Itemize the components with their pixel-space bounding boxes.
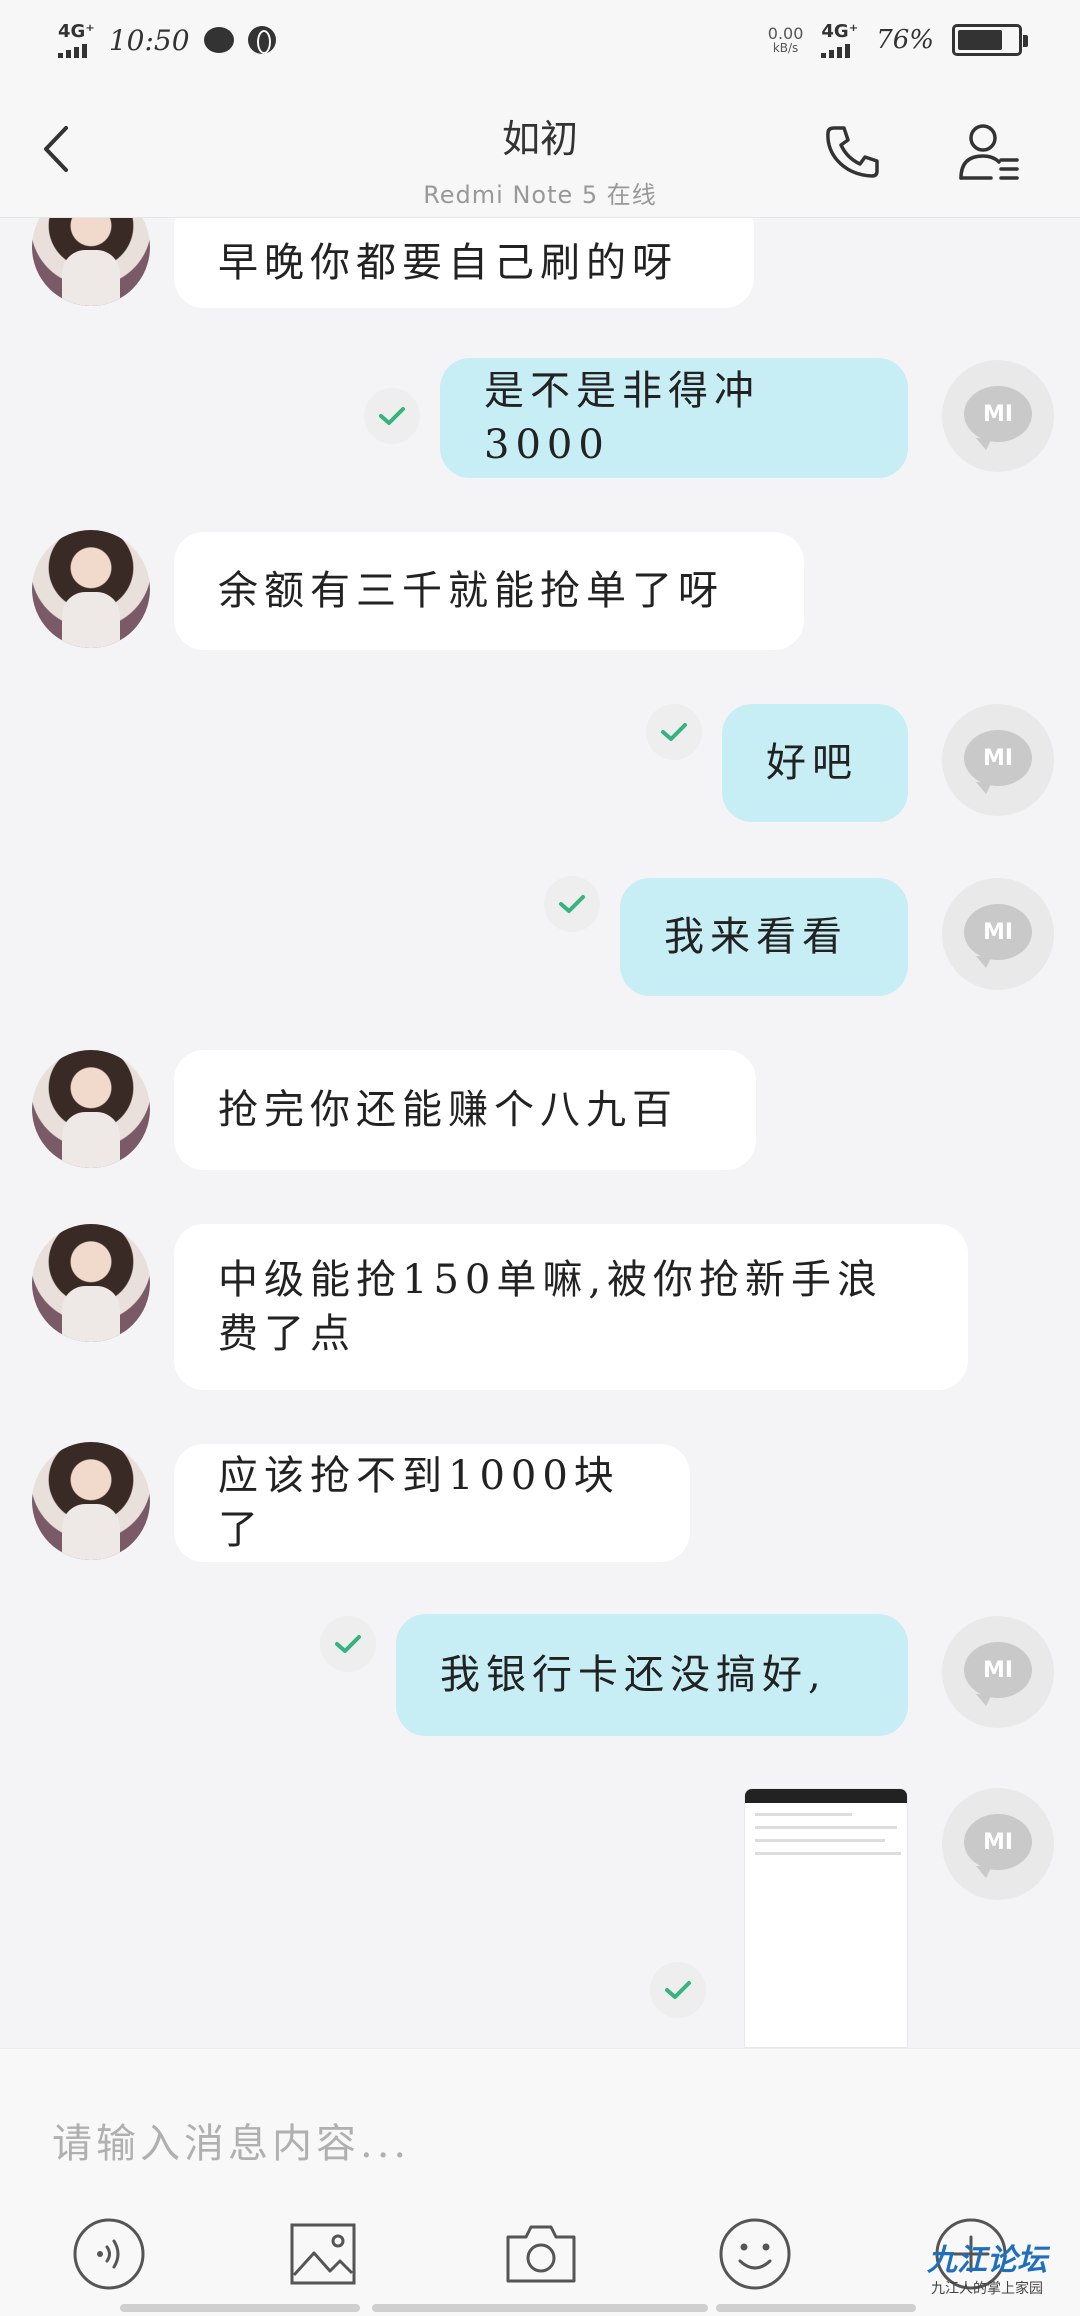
message-bubble-outgoing[interactable]: 我来看看	[620, 878, 908, 996]
message-bubble-incoming[interactable]: 抢完你还能赚个八九百	[174, 1050, 756, 1170]
message-text: 我来看看	[664, 914, 848, 960]
watermark-logo: 九江论坛	[927, 2243, 1047, 2278]
screenshot-image-message[interactable]	[744, 1788, 908, 2048]
contact-avatar[interactable]	[32, 530, 150, 648]
image-icon	[290, 2223, 356, 2285]
signal-icon-2: 4G⁺	[821, 20, 859, 58]
message-text: 是不是非得冲3000	[484, 368, 760, 468]
chat-header: 如初 Redmi Note 5 在线	[0, 80, 1080, 218]
read-check-icon	[320, 1616, 376, 1672]
status-bar: 4G⁺ 10:50 0.00 kB/s 4G⁺ 76%	[0, 0, 1080, 80]
gesture-bar	[120, 2304, 360, 2312]
mi-logo-icon: MI	[964, 386, 1032, 450]
battery-percent: 76%	[876, 25, 934, 55]
contact-avatar[interactable]	[32, 218, 150, 306]
message-bubble-outgoing[interactable]: 是不是非得冲3000	[440, 358, 908, 478]
call-button[interactable]	[820, 120, 884, 184]
emoji-button[interactable]	[716, 2215, 794, 2293]
message-text: 早晚你都要自己刷的呀	[218, 240, 678, 286]
read-check-icon	[364, 388, 420, 444]
self-avatar[interactable]: MI	[942, 878, 1054, 990]
contact-info-button[interactable]	[955, 118, 1023, 186]
speed-value: 0.00	[767, 23, 804, 43]
network-type-label-2: 4G⁺	[821, 20, 859, 42]
message-bubble-incoming[interactable]: 中级能抢150单嘛,被你抢新手浪 费了点	[174, 1224, 968, 1390]
self-avatar[interactable]: MI	[942, 360, 1054, 472]
gesture-bar	[716, 2304, 916, 2312]
speed-unit: kB/s	[772, 41, 799, 56]
message-bubble-incoming[interactable]: 应该抢不到1000块了	[174, 1444, 690, 1562]
user-profile-icon	[959, 124, 1019, 180]
message-bubble-incoming[interactable]: 余额有三千就能抢单了呀	[174, 532, 804, 650]
voice-button[interactable]	[70, 2215, 148, 2293]
self-avatar[interactable]: MI	[942, 1788, 1054, 1900]
camera-icon	[506, 2225, 576, 2283]
mi-logo-icon: MI	[964, 730, 1032, 794]
read-check-icon	[646, 704, 702, 760]
message-bubble-incoming[interactable]: 早晚你都要自己刷的呀	[174, 218, 754, 308]
image-button[interactable]	[284, 2215, 362, 2293]
network-type-label: 4G⁺	[58, 20, 95, 42]
battery-icon	[952, 24, 1028, 56]
contact-avatar[interactable]	[32, 1050, 150, 1168]
watermark-tagline: 九江人的掌上家园	[931, 2281, 1043, 2297]
message-text: 好吧	[766, 740, 858, 786]
contact-avatar[interactable]	[32, 1442, 150, 1560]
camera-button[interactable]	[502, 2215, 580, 2293]
status-right: 0.00 kB/s 4G⁺ 76%	[768, 20, 1028, 58]
message-notification-icon	[203, 27, 234, 53]
voice-icon	[73, 2218, 145, 2290]
message-text: 应该抢不到1000块了	[218, 1453, 620, 1553]
title-block: 如初 Redmi Note 5 在线	[0, 108, 1080, 210]
message-text: 中级能抢150单嘛,被你抢新手浪	[218, 1257, 884, 1303]
gesture-bar	[372, 2304, 708, 2312]
message-text: 抢完你还能赚个八九百	[218, 1087, 678, 1133]
browser-notification-icon	[247, 26, 276, 54]
message-text: 余额有三千就能抢单了呀	[218, 568, 724, 614]
mi-logo-icon: MI	[964, 1642, 1032, 1706]
emoji-icon	[719, 2218, 791, 2290]
message-list[interactable]: 早晚你都要自己刷的呀 是不是非得冲3000 MI 余额有三千就能抢单了呀 好吧 …	[0, 218, 1080, 2048]
message-text-line2: 费了点	[218, 1311, 356, 1357]
read-check-icon	[650, 1962, 706, 2018]
forum-watermark: 九江论坛 九江人的掌上家园	[912, 2244, 1062, 2304]
network-speed: 0.00 kB/s	[768, 25, 804, 56]
message-input[interactable]	[52, 2109, 1012, 2179]
signal-icon: 4G⁺	[58, 20, 95, 58]
mi-logo-icon: MI	[964, 904, 1032, 968]
message-bubble-outgoing[interactable]: 我银行卡还没搞好,	[396, 1614, 908, 1736]
mi-logo-icon: MI	[964, 1814, 1032, 1878]
status-time: 10:50	[108, 23, 190, 57]
message-text: 我银行卡还没搞好,	[440, 1652, 827, 1698]
status-left: 4G⁺ 10:50	[58, 20, 276, 58]
self-avatar[interactable]: MI	[942, 704, 1054, 816]
contact-name: 如初	[501, 117, 578, 161]
contact-avatar[interactable]	[32, 1224, 150, 1342]
message-bubble-outgoing[interactable]: 好吧	[722, 704, 908, 822]
read-check-icon	[544, 876, 600, 932]
self-avatar[interactable]: MI	[942, 1616, 1054, 1728]
contact-status: Redmi Note 5 在线	[423, 181, 657, 209]
phone-icon	[826, 126, 879, 178]
